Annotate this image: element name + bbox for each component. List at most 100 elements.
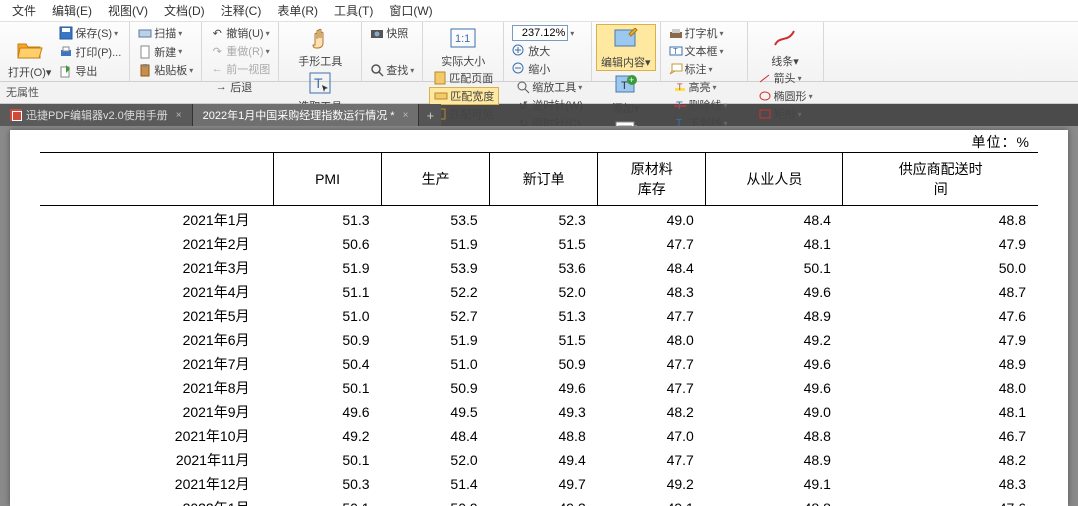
zoom-input[interactable]	[512, 25, 568, 41]
table-cell: 53.6	[490, 256, 598, 280]
scanner-icon	[138, 26, 152, 40]
rect-icon	[758, 107, 772, 121]
open-label: 打开(O)	[8, 67, 46, 79]
menu-file[interactable]: 文件	[4, 2, 44, 19]
save-button[interactable]: 保存(S)▾	[55, 24, 125, 42]
table-cell: 47.9	[843, 328, 1038, 352]
zoom-dropdown[interactable]: ▾	[570, 29, 574, 38]
forward-arrow-icon: →	[214, 80, 228, 94]
ribbon-toolbar: 打开(O)▾ 保存(S)▾ 打印(P)... 导出 扫描▾ 新建▾ 粘贴板▾ ↶…	[0, 22, 1078, 82]
table-cell: 48.8	[706, 496, 843, 506]
menu-document[interactable]: 文档(D)	[156, 2, 213, 19]
callout-button[interactable]: 标注▾	[665, 60, 743, 78]
table-cell: 47.9	[843, 232, 1038, 256]
export-button[interactable]: 导出	[55, 62, 125, 80]
menu-view[interactable]: 视图(V)	[100, 2, 156, 19]
menu-form[interactable]: 表单(R)	[269, 2, 326, 19]
menu-comment[interactable]: 注释(C)	[213, 2, 270, 19]
back-button[interactable]: →后退	[210, 78, 274, 96]
line-shapes-button[interactable]: 线条▾	[752, 24, 819, 69]
table-row: 2021年12月50.351.449.749.249.148.3	[40, 472, 1038, 496]
zoom-out-icon	[512, 62, 526, 76]
table-cell: 52.7	[382, 304, 490, 328]
undo-button[interactable]: ↶撤销(U)▾	[206, 24, 274, 42]
table-cell: 48.9	[843, 352, 1038, 376]
document-viewport[interactable]: 单位：% PMI生产新订单原材料库存从业人员供应商配送时间 2021年1月51.…	[0, 126, 1078, 506]
menu-bar: 文件 编辑(E) 视图(V) 文档(D) 注释(C) 表单(R) 工具(T) 窗…	[0, 0, 1078, 22]
zoom-in-button[interactable]: 放大	[508, 42, 587, 60]
magnifier-icon	[516, 80, 530, 94]
print-icon	[59, 45, 73, 59]
add-text-button[interactable]: +T添加▾	[596, 71, 656, 116]
table-cell: 47.6	[843, 496, 1038, 506]
table-cell: 49.0	[598, 206, 706, 233]
table-cell: 48.4	[382, 424, 490, 448]
table-cell: 49.6	[706, 376, 843, 400]
table-header-cell: 新订单	[490, 153, 598, 206]
open-button[interactable]: 打开(O)▾	[4, 24, 55, 80]
edit-content-icon	[612, 25, 640, 53]
table-cell: 50.4	[274, 352, 382, 376]
table-cell: 47.0	[598, 424, 706, 448]
table-cell: 49.7	[490, 472, 598, 496]
table-cell: 53.5	[382, 206, 490, 233]
table-cell: 49.1	[706, 472, 843, 496]
tab-current-doc[interactable]: 2022年1月中国采购经理指数运行情况 *×	[193, 104, 420, 126]
arrow-button[interactable]: 箭头▾	[754, 69, 819, 87]
clipboard-icon	[138, 63, 152, 77]
menu-edit[interactable]: 编辑(E)	[44, 2, 100, 19]
hand-tool-button[interactable]: 手形工具	[283, 24, 357, 69]
print-button[interactable]: 打印(P)...	[55, 43, 125, 61]
table-cell: 51.1	[274, 280, 382, 304]
actual-size-button[interactable]: 1:1实际大小	[427, 24, 499, 69]
table-header-cell: 供应商配送时间	[843, 153, 1038, 206]
table-cell: 49.1	[598, 496, 706, 506]
fit-page-button[interactable]: 匹配页面	[429, 69, 499, 87]
edit-content-button[interactable]: 编辑内容▾	[596, 24, 656, 71]
strikeout-icon: T	[673, 98, 687, 112]
ellipse-button[interactable]: 椭圆形▾	[754, 87, 819, 105]
table-cell: 48.0	[843, 376, 1038, 400]
svg-text:T: T	[673, 47, 678, 56]
menu-tools[interactable]: 工具(T)	[326, 2, 381, 19]
zoom-tool-button[interactable]: 缩放工具▾	[512, 78, 587, 96]
textbox-button[interactable]: T文本框▾	[665, 42, 743, 60]
table-cell: 49.2	[274, 424, 382, 448]
tab-manual[interactable]: 迅捷PDF编辑器v2.0使用手册×	[0, 104, 193, 126]
close-icon[interactable]: ×	[403, 110, 409, 121]
fit-width-button[interactable]: 匹配宽度	[429, 87, 499, 105]
table-row: 2021年9月49.649.549.348.249.048.1	[40, 400, 1038, 424]
find-button[interactable]: 查找▾	[366, 61, 418, 79]
prev-view-button[interactable]: ←前一视图	[206, 60, 274, 78]
table-cell: 47.7	[598, 376, 706, 400]
menu-window[interactable]: 窗口(W)	[381, 2, 440, 19]
table-cell: 2021年2月	[40, 232, 274, 256]
table-cell: 53.9	[382, 256, 490, 280]
table-cell: 49.6	[706, 280, 843, 304]
table-cell: 51.9	[382, 232, 490, 256]
highlight-button[interactable]: T高亮▾	[669, 78, 743, 96]
scan-button[interactable]: 扫描▾	[134, 24, 197, 42]
back-arrow-icon: ←	[210, 62, 224, 76]
rotate-ccw-button[interactable]: ↺逆时针(W)	[512, 96, 587, 114]
strikeout-button[interactable]: T删除线▾	[669, 96, 743, 114]
new-button[interactable]: 新建▾	[134, 43, 197, 61]
zoom-out-button[interactable]: 缩小	[508, 60, 587, 78]
table-cell: 51.3	[490, 304, 598, 328]
svg-text:T: T	[677, 82, 683, 92]
table-cell: 49.0	[706, 400, 843, 424]
redo-button[interactable]: ↷重做(R)▾	[206, 42, 274, 60]
table-cell: 50.0	[843, 256, 1038, 280]
table-cell: 2021年7月	[40, 352, 274, 376]
typewriter-button[interactable]: 打字机▾	[665, 24, 743, 42]
add-text-icon: +T	[612, 71, 640, 99]
close-icon[interactable]: ×	[176, 110, 182, 121]
zoom-field-row: ▾	[508, 24, 587, 42]
rect-button[interactable]: 矩形▾	[754, 105, 819, 123]
paste-button[interactable]: 粘贴板▾	[134, 61, 197, 79]
table-cell: 49.6	[274, 400, 382, 424]
folder-open-icon	[16, 35, 44, 63]
snapshot-button[interactable]: 快照	[366, 24, 418, 42]
add-tab-button[interactable]: +	[419, 104, 441, 126]
save-icon	[59, 26, 73, 40]
